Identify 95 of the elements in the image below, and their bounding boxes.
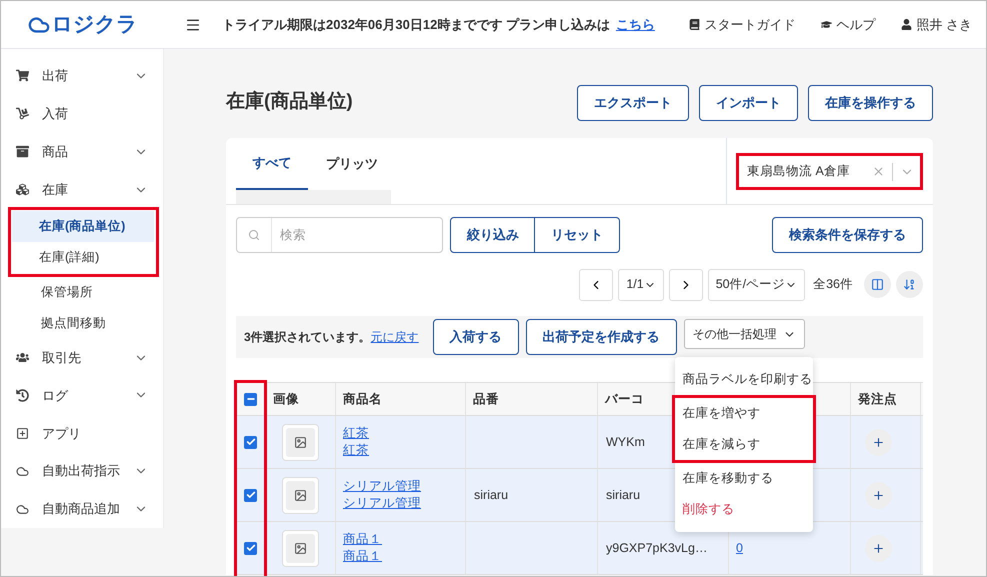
menu-item[interactable]: 削除する — [674, 494, 813, 525]
check-icon — [246, 437, 256, 447]
menu-item[interactable]: 商品ラベルを印刷する — [674, 364, 813, 395]
trial-notice: トライアル期限は2032年06月30日12時までです プラン申し込みは — [222, 16, 610, 34]
column-header: バーコ — [605, 390, 644, 408]
dolly-icon — [16, 107, 29, 120]
boxes-icon — [16, 183, 29, 196]
archive-box-icon — [16, 145, 29, 158]
page-select[interactable]: 1/1 — [618, 268, 664, 300]
plus-icon — [872, 488, 885, 502]
user-name[interactable]: 照井 さき — [916, 14, 972, 34]
sidebar-item[interactable]: 取引先 — [1, 338, 163, 376]
filter-button[interactable]: リセット — [535, 217, 620, 253]
sidebar-item[interactable]: 入荷 — [1, 94, 163, 133]
sidebar-subitem[interactable]: 保管場所 — [1, 276, 163, 308]
history-icon — [16, 388, 29, 402]
product-link[interactable]: シリアル管理 — [343, 495, 421, 512]
product-link[interactable]: 商品１ — [343, 548, 382, 565]
image-icon — [294, 436, 307, 448]
cloud-icon — [16, 502, 29, 516]
sidebar-item[interactable]: 商品 — [1, 132, 163, 171]
sort-button[interactable] — [896, 271, 923, 298]
search-icon — [248, 229, 260, 241]
sidebar-subitem[interactable]: 在庫(詳細) — [12, 242, 154, 273]
image-icon — [294, 488, 307, 502]
column-header: 画像 — [273, 390, 299, 408]
table-cell-text: y9GXP7pK3vLg… — [605, 540, 708, 557]
product-link[interactable]: 商品１ — [343, 531, 382, 548]
tab[interactable]: プリッツ — [316, 138, 388, 190]
sidebar-item[interactable]: 自動出荷指示 — [1, 452, 163, 490]
filter-button[interactable]: 絞り込み — [450, 217, 535, 253]
cloud-icon — [16, 464, 29, 478]
menu-item[interactable]: 在庫を増やす — [674, 398, 813, 429]
graduation-cap-icon — [821, 19, 832, 30]
menu-item[interactable]: 在庫を減らす — [674, 429, 813, 460]
selection-message: 3件選択されています。 — [244, 329, 371, 346]
image-thumbnail[interactable] — [282, 424, 319, 460]
menu-icon[interactable] — [185, 16, 201, 32]
search-field[interactable]: 検索 — [236, 217, 443, 253]
columns-button[interactable] — [864, 271, 891, 298]
sort-icon — [903, 278, 916, 291]
column-header: 商品名 — [343, 390, 382, 408]
bulk-button[interactable]: 入荷する — [432, 319, 519, 355]
sidebar-item[interactable]: アプリ — [1, 414, 163, 452]
bulk-button[interactable]: 出荷予定を作成する — [526, 319, 677, 355]
add-button[interactable] — [865, 482, 892, 508]
table-cell-text: siriaru — [605, 486, 640, 504]
column-header: 品番 — [473, 390, 499, 408]
sidebar-item[interactable]: 自動商品追加 — [1, 490, 163, 528]
sidebar-item[interactable]: 出荷 — [1, 57, 163, 95]
action-button[interactable]: インポート — [699, 84, 798, 120]
check-icon — [246, 490, 256, 500]
add-button[interactable] — [865, 534, 892, 562]
image-thumbnail[interactable] — [282, 476, 319, 514]
product-link[interactable]: 紅茶 — [343, 425, 369, 442]
bulk-action-dropdown[interactable]: その他一括処理 — [684, 319, 805, 349]
action-button[interactable]: エクスポート — [577, 84, 689, 120]
scrollbar[interactable] — [236, 190, 391, 204]
columns-icon — [871, 278, 884, 291]
cart-icon — [16, 69, 29, 82]
table-cell-text: WYKm — [605, 434, 645, 451]
header-link[interactable]: スタートガイド — [704, 14, 796, 34]
checkbox[interactable] — [244, 488, 257, 502]
sidebar-item[interactable]: 在庫 — [1, 170, 163, 209]
plus-icon — [872, 436, 885, 448]
plus-square-icon — [16, 426, 29, 440]
page-size-select[interactable]: 50件/ページ — [708, 268, 806, 300]
product-link[interactable]: シリアル管理 — [343, 478, 421, 495]
page-title: 在庫(商品単位) — [226, 90, 353, 114]
sidebar-subitem[interactable]: 在庫(商品単位) — [12, 210, 154, 242]
image-thumbnail[interactable] — [282, 530, 319, 566]
undo-link[interactable]: 元に戻す — [370, 328, 419, 346]
checkbox[interactable] — [244, 542, 257, 554]
book-icon — [689, 19, 700, 30]
total-count: 全36件 — [813, 276, 853, 294]
save-search-button[interactable]: 検索条件を保存する — [772, 217, 923, 253]
checkbox[interactable] — [244, 392, 257, 406]
sidebar-item[interactable]: ログ — [1, 376, 163, 414]
action-button[interactable]: 在庫を操作する — [808, 84, 933, 120]
checkbox[interactable] — [244, 436, 257, 448]
plus-icon — [872, 542, 885, 554]
add-button[interactable] — [865, 428, 892, 456]
logo: ロジクラ — [52, 12, 138, 38]
table-cell-text: siriaru — [473, 486, 508, 504]
header-link[interactable]: ヘルプ — [836, 14, 876, 34]
column-header: 発注点 — [858, 390, 897, 408]
plan-link[interactable]: こちら — [616, 14, 655, 34]
user-icon — [901, 19, 912, 30]
quantity-link[interactable]: 0 — [729, 538, 743, 558]
sidebar-subitem[interactable]: 拠点間移動 — [1, 308, 163, 339]
image-icon — [294, 542, 307, 554]
menu-item[interactable]: 在庫を移動する — [674, 463, 813, 494]
people-icon — [16, 351, 29, 364]
product-link[interactable]: 紅茶 — [343, 442, 369, 459]
check-icon — [246, 543, 256, 553]
